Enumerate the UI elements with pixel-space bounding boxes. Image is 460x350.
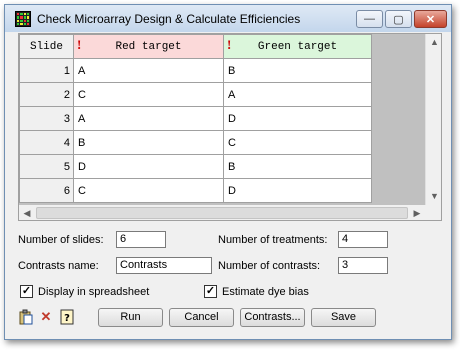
close-button[interactable]: ✕ <box>414 10 447 28</box>
svg-text:?: ? <box>64 313 70 324</box>
estimate-dye-bias-checkbox[interactable]: ✓ <box>204 285 217 298</box>
table-row: 3 A D <box>19 106 372 131</box>
horizontal-scroll-thumb[interactable] <box>36 207 408 219</box>
table-header-row: Slide ! Red target ! Green target <box>19 34 372 59</box>
scroll-down-icon[interactable]: ▼ <box>426 188 441 205</box>
slide-number-cell[interactable]: 3 <box>19 106 74 131</box>
red-target-cell[interactable]: A <box>73 106 224 131</box>
dialog-window: Check Microarray Design & Calculate Effi… <box>4 4 452 340</box>
slide-number-cell[interactable]: 1 <box>19 58 74 83</box>
red-target-cell[interactable]: D <box>73 154 224 179</box>
slides-table: Slide ! Red target ! Green target 1 A B <box>19 34 372 203</box>
contrasts-name-label: Contrasts name: <box>18 260 99 272</box>
red-target-cell[interactable]: C <box>73 178 224 203</box>
slides-grid[interactable]: Slide ! Red target ! Green target 1 A B <box>18 33 442 221</box>
green-target-cell[interactable]: B <box>223 154 372 179</box>
red-target-cell[interactable]: B <box>73 130 224 155</box>
header-green-label: Green target <box>257 40 338 53</box>
num-contrasts-input[interactable]: 3 <box>338 257 388 274</box>
slide-number-cell[interactable]: 4 <box>19 130 74 155</box>
green-target-cell[interactable]: D <box>223 106 372 131</box>
maximize-button[interactable]: ▢ <box>385 10 412 28</box>
scroll-right-icon[interactable]: ▶ <box>409 205 425 220</box>
num-slides-input[interactable]: 6 <box>116 231 166 248</box>
contrasts-name-input[interactable]: Contrasts <box>116 257 212 274</box>
display-spreadsheet-label[interactable]: Display in spreadsheet <box>38 286 149 298</box>
clear-icon[interactable]: ✕ <box>38 309 54 325</box>
num-treatments-label: Number of treatments: <box>218 234 328 246</box>
green-target-cell[interactable]: D <box>223 178 372 203</box>
table-row: 6 C D <box>19 178 372 203</box>
estimate-dye-bias-label[interactable]: Estimate dye bias <box>222 286 309 298</box>
table-row: 4 B C <box>19 130 372 155</box>
scroll-up-icon[interactable]: ▲ <box>426 34 441 51</box>
required-marker-icon: ! <box>77 37 82 52</box>
slide-number-cell[interactable]: 5 <box>19 154 74 179</box>
run-button[interactable]: Run <box>98 308 163 327</box>
slide-number-cell[interactable]: 2 <box>19 82 74 107</box>
spreadsheet-app-icon <box>15 11 31 27</box>
num-contrasts-label: Number of contrasts: <box>218 260 321 272</box>
title-bar[interactable]: Check Microarray Design & Calculate Effi… <box>5 5 451 32</box>
minimize-button[interactable]: — <box>356 10 383 28</box>
table-row: 2 C A <box>19 82 372 107</box>
scroll-corner <box>425 205 441 220</box>
header-red-label: Red target <box>115 40 182 53</box>
horizontal-scrollbar[interactable]: ◀ ▶ <box>19 205 425 220</box>
header-green-target[interactable]: ! Green target <box>223 34 372 59</box>
table-row: 5 D B <box>19 154 372 179</box>
slide-number-cell[interactable]: 6 <box>19 178 74 203</box>
red-target-cell[interactable]: A <box>73 58 224 83</box>
save-button[interactable]: Save <box>311 308 376 327</box>
help-icon[interactable]: ? <box>59 309 75 325</box>
green-target-cell[interactable]: B <box>223 58 372 83</box>
vertical-scrollbar[interactable]: ▲ ▼ <box>425 34 441 205</box>
paste-icon[interactable] <box>18 309 34 325</box>
cancel-button[interactable]: Cancel <box>169 308 234 327</box>
green-target-cell[interactable]: A <box>223 82 372 107</box>
header-red-target[interactable]: ! Red target <box>73 34 224 59</box>
green-target-cell[interactable]: C <box>223 130 372 155</box>
red-target-cell[interactable]: C <box>73 82 224 107</box>
num-slides-label: Number of slides: <box>18 234 104 246</box>
num-treatments-input[interactable]: 4 <box>338 231 388 248</box>
contrasts-button[interactable]: Contrasts... <box>240 308 305 327</box>
window-title: Check Microarray Design & Calculate Effi… <box>37 12 301 26</box>
header-slide[interactable]: Slide <box>19 34 74 59</box>
table-row: 1 A B <box>19 58 372 83</box>
display-spreadsheet-checkbox[interactable]: ✓ <box>20 285 33 298</box>
required-marker-icon: ! <box>227 37 232 52</box>
scroll-left-icon[interactable]: ◀ <box>19 205 35 220</box>
